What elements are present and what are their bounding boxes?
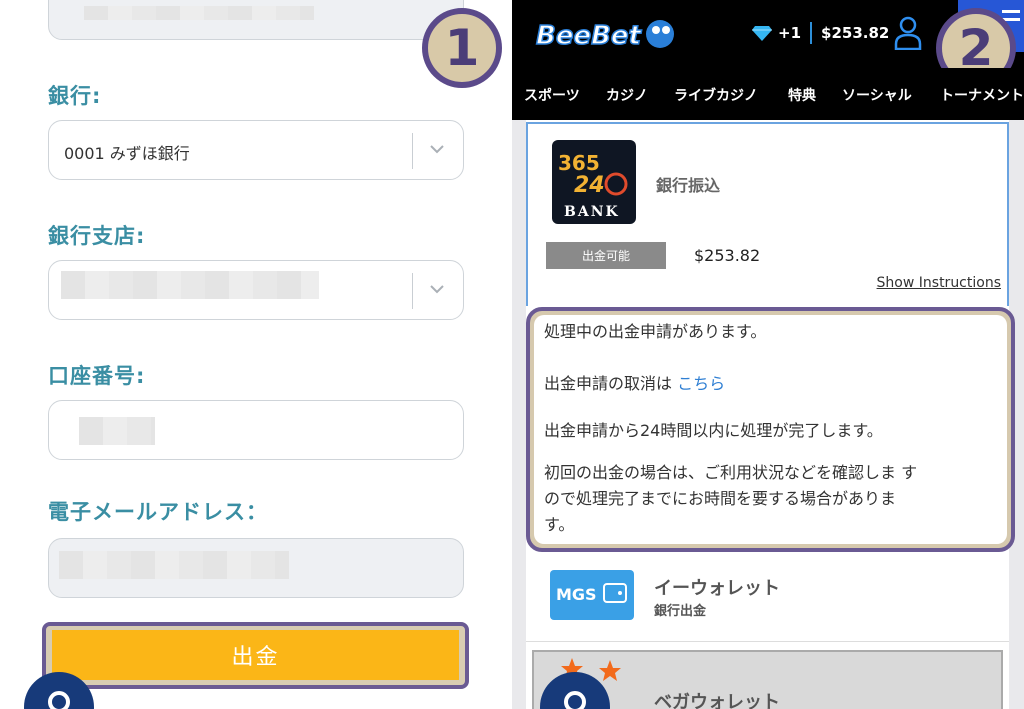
balance-amount: $253.82 <box>821 24 890 42</box>
balance-display[interactable]: +1 $253.82 <box>752 22 889 44</box>
svg-text:24: 24 <box>574 173 605 198</box>
redacted-value <box>61 271 319 299</box>
account-number-input[interactable] <box>48 400 464 460</box>
bank-select[interactable]: 0001 みずほ銀行 <box>48 120 464 180</box>
withdraw-submit-button[interactable]: 出金 <box>52 630 459 680</box>
withdraw-available-badge: 出金可能 <box>546 242 666 269</box>
name-field[interactable] <box>48 0 464 40</box>
bank-select-value: 0001 みずほ銀行 <box>64 144 190 163</box>
withdraw-status-panel: BeeBet +1 $253.82 2 スポーツ カジノ ライブカジノ 特典 ソ… <box>512 0 1024 709</box>
notice-cancel-prefix: 出金申請の取消は <box>544 374 673 393</box>
notice-first-withdraw-3: す。 <box>544 515 575 534</box>
bank-label: 銀行: <box>48 84 102 108</box>
notice-processing-time: 出金申請から24時間以内に処理が完了します。 <box>544 421 883 440</box>
ewallet-subtitle: 銀行出金 <box>654 604 707 619</box>
chevron-down-icon[interactable] <box>427 139 447 159</box>
gem-count: +1 <box>778 24 802 42</box>
redacted-value <box>79 417 155 445</box>
nav-bonus[interactable]: 特典 <box>788 85 816 105</box>
svg-text:MGS: MGS <box>556 585 597 604</box>
user-account-icon[interactable] <box>894 16 922 50</box>
notice-first-withdraw-1: 初回の出金の場合は、ご利用状況などを確認しま す <box>544 463 918 482</box>
nav-tournament[interactable]: トーナメント <box>940 85 1024 105</box>
beebet-logo[interactable]: BeeBet <box>532 12 682 58</box>
email-input[interactable] <box>48 538 464 598</box>
chevron-down-icon[interactable] <box>427 279 447 299</box>
svg-text:BANK: BANK <box>564 204 620 220</box>
vega-wallet-title: ベガウォレット <box>654 692 780 709</box>
select-divider <box>411 273 413 309</box>
wallet-icon: MGS <box>556 583 627 604</box>
nav-social[interactable]: ソーシャル <box>842 85 912 105</box>
bank-method-name: 銀行振込 <box>656 176 721 195</box>
show-instructions-link[interactable]: Show Instructions <box>877 275 1001 291</box>
withdraw-form-panel: 1 銀行: 0001 みずほ銀行 銀行支店: 口座番号: 電子メールアドレス： … <box>0 0 512 709</box>
bank-transfer-method[interactable]: 365 24 BANK 銀行振込 出金可能 $253.82 Show Instr… <box>526 122 1009 306</box>
cancel-withdrawal-link[interactable]: こちら <box>677 374 725 393</box>
diamond-icon <box>752 26 772 41</box>
svg-text:365: 365 <box>558 151 600 175</box>
ewallet-title: イーウォレット <box>654 578 780 599</box>
step-badge-1: 1 <box>422 8 502 88</box>
bank-365-logo: 365 24 BANK <box>552 140 636 224</box>
notice-cancel-text: 出金申請の取消は こちら <box>544 371 725 397</box>
main-nav: スポーツ カジノ ライブカジノ 特典 ソーシャル トーナメント <box>512 68 1024 120</box>
select-divider <box>411 133 413 169</box>
nav-live-casino[interactable]: ライブカジノ <box>674 85 758 105</box>
balance-divider <box>810 22 813 44</box>
ewallet-method[interactable]: MGS イーウォレット 銀行出金 <box>526 552 1009 642</box>
redacted-value <box>59 551 289 579</box>
nav-casino[interactable]: カジノ <box>606 85 648 105</box>
email-label: 電子メールアドレス： <box>48 500 268 524</box>
branch-select[interactable] <box>48 260 464 320</box>
redacted-value <box>84 6 314 20</box>
nav-sports[interactable]: スポーツ <box>524 85 580 105</box>
branch-label: 銀行支店: <box>48 224 146 248</box>
mgs-logo: MGS <box>550 570 634 620</box>
svg-text:BeeBet: BeeBet <box>536 21 643 51</box>
notice-first-withdraw-2: ので処理完了までにお時間を要する場合がありま <box>544 489 897 508</box>
account-number-label: 口座番号: <box>48 364 146 388</box>
bank-method-amount: $253.82 <box>694 246 761 265</box>
bank-365-icon: 365 24 BANK <box>558 151 628 220</box>
notice-pending-text: 処理中の出金申請があります。 <box>544 322 767 341</box>
